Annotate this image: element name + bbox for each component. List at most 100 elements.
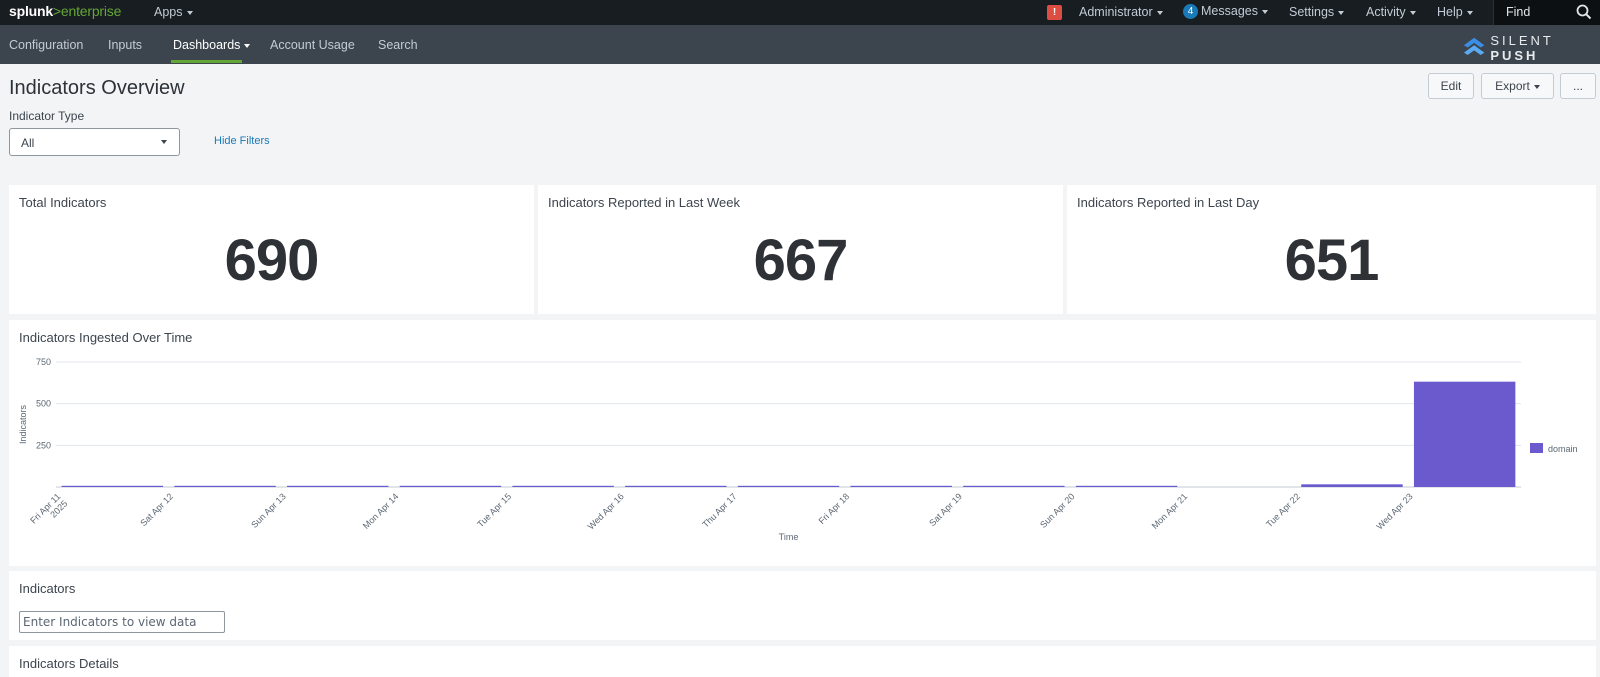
indicators-panel: Indicators (9, 571, 1596, 640)
active-nav-indicator (171, 60, 242, 63)
caret-down-icon (1156, 10, 1163, 15)
settings-label: Settings (1289, 5, 1335, 19)
single-value-number[interactable]: 667 (538, 227, 1063, 294)
indicator-type-label: Indicator Type (9, 109, 85, 123)
x-tick-label: Mon Apr 14 (361, 491, 401, 531)
find-label: Find (1506, 5, 1531, 19)
indicators-input[interactable] (19, 611, 225, 633)
single-value-panel-last-day: Indicators Reported in Last Day 651 (1067, 185, 1596, 314)
indicators-details-panel: Indicators Details (9, 646, 1596, 677)
chart-bar[interactable] (963, 485, 1065, 487)
administrator-menu[interactable]: Administrator (1079, 5, 1163, 19)
caret-down-icon (1466, 10, 1473, 15)
nav-item-inputs[interactable]: Inputs (108, 38, 142, 52)
x-tick-label-text: Tue Apr 22 (1264, 491, 1302, 529)
x-tick-label-text: Sun Apr 20 (1038, 491, 1077, 530)
caret-down-icon (1533, 84, 1540, 89)
x-tick-label: Fri Apr 18 (817, 491, 852, 526)
administrator-label: Administrator (1079, 5, 1153, 19)
x-tick-label: Thu Apr 17 (700, 491, 738, 529)
edit-button[interactable]: Edit (1428, 73, 1474, 99)
export-button-label: Export (1495, 79, 1530, 93)
page-title: Indicators Overview (9, 77, 185, 99)
caret-down-icon (1261, 9, 1268, 14)
messages-label: Messages (1201, 4, 1258, 18)
logo-text-gt: > (52, 3, 61, 19)
x-tick-label: Sat Apr 19 (927, 491, 964, 528)
panel-title: Indicators (19, 581, 76, 596)
chart-bar[interactable] (287, 485, 389, 487)
app-nav-bar: Configuration Inputs Dashboards Account … (0, 25, 1600, 64)
single-value-panel-total: Total Indicators 690 (9, 185, 534, 314)
messages-menu[interactable]: 4 Messages (1183, 4, 1268, 20)
y-tick-label: 500 (36, 399, 51, 409)
x-tick-label-text: Mon Apr 21 (1150, 491, 1190, 531)
legend-label: domain (1548, 444, 1578, 454)
search-icon[interactable] (1576, 4, 1592, 20)
help-menu[interactable]: Help (1437, 5, 1473, 19)
indicator-type-dropdown[interactable]: All (9, 128, 180, 156)
x-tick-label-text: Mon Apr 14 (361, 491, 401, 531)
panel-title: Indicators Reported in Last Day (1077, 195, 1260, 210)
chart-bar[interactable] (399, 485, 502, 487)
x-tick-label: Sun Apr 20 (1038, 491, 1077, 530)
x-tick-label-text: Sat Apr 19 (927, 491, 964, 528)
splunk-logo[interactable]: splunk>enterprise (9, 3, 121, 19)
activity-menu[interactable]: Activity (1366, 5, 1416, 19)
chart-bar[interactable] (737, 485, 840, 487)
y-tick-label: 750 (36, 357, 51, 367)
x-tick-label: Tue Apr 22 (1264, 491, 1302, 529)
nav-item-dashboards-label: Dashboards (173, 38, 241, 52)
chart-bar[interactable] (625, 485, 727, 487)
logo-text-splunk: splunk (9, 3, 53, 19)
silent-push-logo-icon (1463, 37, 1485, 55)
chart-bar[interactable] (512, 485, 614, 487)
x-tick-label-text: Fri Apr 18 (817, 491, 852, 526)
panel-title: Indicators Reported in Last Week (548, 195, 740, 210)
indicator-type-selected-value: All (21, 136, 35, 150)
messages-count-badge: 4 (1183, 4, 1198, 20)
x-tick-label: Mon Apr 21 (1150, 491, 1190, 531)
single-value-panel-last-week: Indicators Reported in Last Week 667 (538, 185, 1063, 314)
silent-push-brand: SILENT PUSH (1463, 33, 1600, 63)
nav-item-dashboards[interactable]: Dashboards (173, 38, 251, 52)
caret-down-icon (1409, 10, 1416, 15)
nav-item-configuration[interactable]: Configuration (9, 38, 83, 52)
x-tick-label: Wed Apr 23 (1375, 491, 1415, 531)
panel-title: Indicators Details (19, 656, 119, 671)
caret-down-icon (244, 43, 251, 48)
logo-text-enterprise: enterprise (60, 3, 122, 19)
nav-item-search[interactable]: Search (378, 38, 418, 52)
apps-menu[interactable]: Apps (154, 5, 193, 19)
y-tick-label: 250 (36, 440, 51, 450)
single-value-number[interactable]: 690 (9, 227, 534, 294)
chart-bar[interactable] (1075, 485, 1178, 487)
brand-text-bold: PUSH (1490, 48, 1539, 63)
find-search-box[interactable]: Find (1493, 0, 1600, 25)
x-tick-label-text: Wed Apr 23 (1375, 491, 1415, 531)
chart-bar[interactable] (1413, 381, 1516, 487)
caret-down-icon (1338, 10, 1345, 15)
panel-title: Total Indicators (19, 195, 107, 210)
chart-panel: Indicators Ingested Over Time 250 500 750 I… (9, 320, 1596, 566)
hide-filters-link[interactable]: Hide Filters (214, 135, 270, 147)
alert-icon[interactable]: ! (1047, 5, 1062, 20)
nav-item-account-usage[interactable]: Account Usage (270, 38, 355, 52)
caret-down-icon (186, 10, 193, 15)
chart-bar[interactable] (1301, 484, 1403, 487)
export-button[interactable]: Export (1481, 73, 1554, 99)
x-tick-label: Fri Apr 112025 (28, 491, 69, 525)
chart-bar[interactable] (61, 485, 164, 487)
caret-down-icon (161, 140, 167, 144)
x-tick-label-text: Sat Apr 12 (138, 491, 175, 528)
settings-menu[interactable]: Settings (1289, 5, 1345, 19)
more-actions-button[interactable]: ... (1560, 73, 1596, 99)
apps-menu-label: Apps (154, 5, 183, 19)
x-axis-title: Time (779, 532, 799, 542)
chart-bar[interactable] (174, 485, 276, 487)
x-tick-label: Sun Apr 13 (249, 491, 288, 530)
single-value-number[interactable]: 651 (1067, 227, 1596, 294)
chart-bar[interactable] (850, 485, 952, 487)
brand-text-light: SILENT (1490, 33, 1554, 48)
indicators-over-time-chart[interactable]: 250 500 750 Indicators Fri Apr 112025 Sat Apr… (9, 320, 1596, 566)
